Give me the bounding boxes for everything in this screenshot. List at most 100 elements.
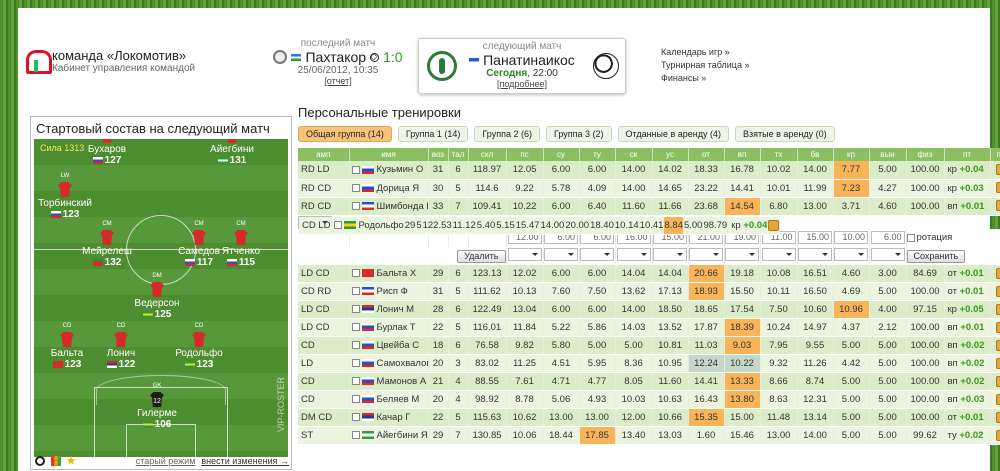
column-header[interactable]: имя xyxy=(349,148,429,161)
finance-link[interactable]: Финансы » xyxy=(661,72,749,85)
column-header[interactable]: от xyxy=(688,148,725,161)
edit-icon[interactable] xyxy=(995,200,1000,212)
edit-icon[interactable] xyxy=(995,285,1000,297)
player-name[interactable]: Родольфо xyxy=(359,220,404,231)
make-changes-link[interactable]: внести изменения → xyxy=(201,456,289,466)
player-row[interactable]: LD CD Лонич М 28 6 122.49 13.04 6.00 6.00 14.00 1… xyxy=(298,300,1000,319)
player-row[interactable]: CD RD Рисп Ф 31 5 111.62 10.13 7.60 7.50 13.62 17… xyxy=(298,282,1000,301)
edit-icon[interactable] xyxy=(995,339,1000,351)
lineup-player[interactable]: LW Торбинский 123 xyxy=(34,171,100,220)
player-name[interactable]: Кузьмин О xyxy=(377,164,424,175)
player-name[interactable]: Мамонов А xyxy=(377,376,427,387)
player-row[interactable]: LD CD Бурлак Т 22 5 116.01 11.84 5.22 5.86 14.03… xyxy=(298,318,1000,337)
training-select[interactable] xyxy=(725,248,759,261)
row-checkbox[interactable] xyxy=(351,165,360,174)
next-match-details-link[interactable]: [подробнее] xyxy=(419,79,625,89)
row-checkbox[interactable] xyxy=(351,395,360,404)
row-checkbox[interactable] xyxy=(351,431,360,440)
star-icon[interactable] xyxy=(66,455,76,465)
edit-icon[interactable] xyxy=(995,393,1000,405)
player-row[interactable]: RD CD Дорица Я 30 5 114.6 9.22 5.78 4.09 14.00 14… xyxy=(298,179,1000,198)
training-select[interactable] xyxy=(798,248,832,261)
training-select[interactable] xyxy=(761,248,796,261)
player-name[interactable]: Рисп Ф xyxy=(377,286,408,297)
row-checkbox[interactable] xyxy=(351,183,360,192)
edit-icon[interactable] xyxy=(995,375,1000,387)
player-row[interactable]: CD Беляев М 20 4 98.92 8.78 5.06 4.93 10.03 10.63… xyxy=(298,390,1000,409)
row-checkbox[interactable] xyxy=(351,287,360,296)
row-checkbox[interactable] xyxy=(351,269,360,278)
player-row[interactable]: RD LD Кузьмин О 31 6 118.97 12.05 6.00 6.00 14.0… xyxy=(298,161,1000,180)
column-header[interactable]: ту xyxy=(579,148,616,161)
standings-link[interactable]: Турнирная таблица » xyxy=(661,59,749,72)
column-header[interactable]: физ xyxy=(906,148,945,161)
row-checkbox[interactable] xyxy=(351,323,360,332)
lineup-player[interactable]: STБухаров127 xyxy=(72,139,142,166)
rotation-checkbox[interactable] xyxy=(906,233,915,242)
player-name[interactable]: Айегбини Я xyxy=(377,430,428,441)
column-header[interactable]: бв xyxy=(797,148,834,161)
player-row[interactable]: CD Мамонов А 21 4 88.55 7.61 4.71 4.77 8.05 11.60… xyxy=(298,372,1000,391)
training-select[interactable] xyxy=(507,248,542,261)
column-header[interactable]: вп xyxy=(724,148,761,161)
column-header[interactable]: тал xyxy=(448,148,469,161)
edit-icon[interactable] xyxy=(995,321,1000,333)
player-name[interactable]: Качар Г xyxy=(377,412,411,423)
column-header[interactable]: пл xyxy=(990,148,1000,161)
edit-icon[interactable] xyxy=(995,182,1000,194)
player-row[interactable]: RD CD Шимбонда П 33 7 109.41 10.22 6.00 6.40 11.… xyxy=(298,197,1000,216)
edit-icon[interactable] xyxy=(995,267,1000,279)
lineup-player[interactable]: CM Ятченко 115 xyxy=(206,219,276,268)
row-checkbox[interactable] xyxy=(351,341,360,350)
player-name[interactable]: Бальта Х xyxy=(377,268,417,279)
tab-loaned-in[interactable]: Взятые в аренду (0) xyxy=(735,126,835,142)
player-row[interactable]: LDСамохвалов Н20383.0211.254.515.958.361… xyxy=(298,354,1000,373)
training-select[interactable] xyxy=(544,248,578,261)
tab-general-group[interactable]: Общая группа (14) xyxy=(298,126,392,142)
training-select[interactable] xyxy=(834,248,868,261)
column-header[interactable]: пс xyxy=(506,148,544,161)
player-name[interactable]: Шимбонда П xyxy=(377,201,428,212)
training-select[interactable] xyxy=(616,248,651,261)
row-checkbox[interactable] xyxy=(333,221,342,230)
column-header[interactable]: ус xyxy=(652,148,689,161)
player-name[interactable]: Дорица Я xyxy=(377,183,420,194)
old-mode-link[interactable]: старый режим xyxy=(136,456,196,466)
ball-icon[interactable] xyxy=(35,455,45,466)
player-name[interactable]: Цвейба С xyxy=(377,340,420,351)
tab-group-2[interactable]: Группа 2 (6) xyxy=(474,126,540,142)
lineup-player[interactable]: CM Мейрелеш 132 xyxy=(72,219,142,268)
column-header[interactable]: вын xyxy=(869,148,907,161)
column-header[interactable]: скл xyxy=(468,148,507,161)
tab-group-3[interactable]: Группа 3 (2) xyxy=(545,126,612,142)
training-select[interactable] xyxy=(653,248,687,261)
player-row[interactable]: CD Цвейба С 18 6 76.58 9.82 5.80 5.00 5.00 10.81 1… xyxy=(298,336,1000,355)
calendar-link[interactable]: Календарь игр » xyxy=(661,46,749,59)
column-header[interactable]: кр xyxy=(833,148,870,161)
column-header[interactable]: су xyxy=(543,148,580,161)
edit-icon[interactable] xyxy=(995,164,1000,176)
column-header[interactable]: тх xyxy=(760,148,798,161)
save-button[interactable]: Сохранить xyxy=(906,249,966,263)
player-name[interactable]: Лонич М xyxy=(377,304,415,315)
column-header[interactable]: ск xyxy=(615,148,653,161)
lineup-player[interactable]: GK 12 Гилерме 106 xyxy=(122,381,192,430)
player-row[interactable]: ST Айегбини Я 29 7 130.85 10.06 18.44 17.85 13.4… xyxy=(298,426,1000,445)
row-checkbox[interactable] xyxy=(351,377,360,386)
lineup-player[interactable]: CD Лонич 122 xyxy=(86,321,156,370)
player-name[interactable]: Беляев М xyxy=(377,394,420,405)
column-header[interactable]: пт xyxy=(944,148,991,161)
edit-icon[interactable] xyxy=(995,357,1000,369)
training-input[interactable]: 15.00 xyxy=(798,231,832,245)
row-checkbox[interactable] xyxy=(351,305,360,314)
edit-icon[interactable] xyxy=(995,429,1000,441)
player-row[interactable]: DM CD Качар Г 22 5 115.63 10.62 13.00 13.00 12.0… xyxy=(298,408,1000,427)
training-select[interactable] xyxy=(580,248,614,261)
edit-icon[interactable] xyxy=(995,411,1000,423)
edit-icon[interactable] xyxy=(995,303,1000,315)
tab-group-1[interactable]: Группа 1 (14) xyxy=(397,126,469,142)
column-header[interactable]: амп xyxy=(298,148,350,161)
remove-button[interactable]: Удалить xyxy=(457,249,505,263)
tab-loaned-out[interactable]: Отданные в аренду (4) xyxy=(617,126,730,142)
last-match-report-link[interactable]: [отчет] xyxy=(268,76,408,86)
